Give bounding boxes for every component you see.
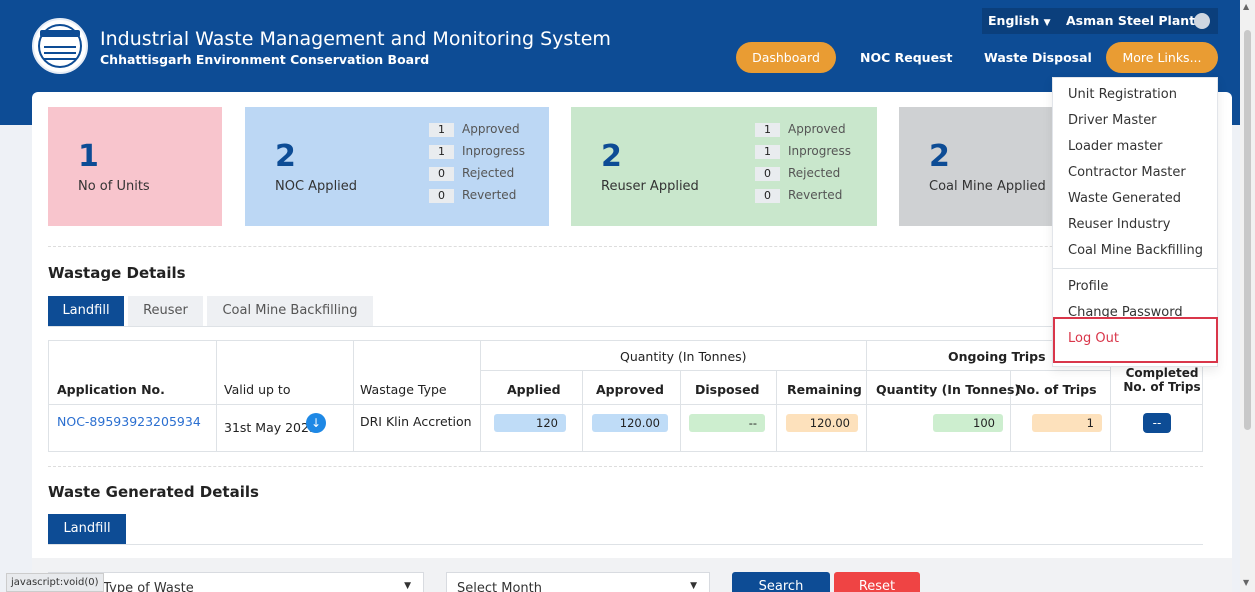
waste-disposal-link[interactable]: Waste Disposal bbox=[984, 50, 1092, 65]
month-select[interactable]: Select Month ▼ bbox=[446, 572, 710, 592]
reuser-reverted: 0 Reverted bbox=[755, 188, 842, 203]
more-links-dropdown: Unit Registration Driver Master Loader m… bbox=[1052, 77, 1218, 367]
noc-reverted: 0 Reverted bbox=[429, 188, 516, 203]
menu-item-coal-mine-backfilling[interactable]: Coal Mine Backfilling bbox=[1068, 243, 1203, 258]
applied-pill: 120 bbox=[494, 414, 566, 432]
noc-request-link[interactable]: NOC Request bbox=[860, 50, 952, 65]
dashboard-button[interactable]: Dashboard bbox=[736, 42, 836, 73]
tab-reuser[interactable]: Reuser bbox=[128, 296, 203, 326]
divider bbox=[48, 466, 1203, 467]
col-divider bbox=[776, 370, 777, 452]
user-name: Asman Steel Plant bbox=[1066, 13, 1196, 28]
download-icon[interactable]: ↓ bbox=[306, 413, 326, 433]
more-links-button[interactable]: More Links... bbox=[1106, 42, 1218, 73]
reuser-rejected: 0 Rejected bbox=[755, 166, 840, 181]
user-avatar-icon bbox=[1194, 13, 1210, 29]
header-subrow-line bbox=[480, 370, 1110, 371]
chevron-down-icon: ▼ bbox=[1043, 18, 1051, 28]
col-wastage-type: Wastage Type bbox=[360, 382, 447, 397]
wastage-type-value: DRI Klin Accretion bbox=[360, 414, 472, 429]
tab-coal-mine-backfilling[interactable]: Coal Mine Backfilling bbox=[207, 296, 373, 326]
units-label: No of Units bbox=[78, 179, 150, 194]
app-title: Industrial Waste Management and Monitori… bbox=[100, 28, 611, 50]
noc-label: NOC Applied bbox=[275, 179, 358, 194]
waste-type-select[interactable]: Select Type of Waste ▼ bbox=[48, 572, 424, 592]
reset-button[interactable]: Reset bbox=[834, 572, 920, 592]
chevron-down-icon: ▼ bbox=[690, 581, 697, 591]
noc-rejected: 0 Rejected bbox=[429, 166, 514, 181]
units-count: 1 bbox=[78, 139, 99, 174]
completed-trips-button[interactable]: -- bbox=[1143, 413, 1171, 433]
col-completed-trips: Completed No. of Trips bbox=[1123, 366, 1201, 394]
search-button[interactable]: Search bbox=[732, 572, 830, 592]
group-quantity-header: Quantity (In Tonnes) bbox=[620, 349, 747, 364]
board-logo bbox=[32, 18, 88, 74]
noc-card: 2 NOC Applied 1 Approved 1 Inprogress 0 Rej… bbox=[245, 107, 549, 226]
col-approved: Approved bbox=[596, 382, 664, 397]
tab-landfill-generated[interactable]: Landfill bbox=[48, 514, 126, 544]
wastage-title: Wastage Details bbox=[48, 264, 186, 282]
col-no-of-trips: No. of Trips bbox=[1016, 382, 1097, 397]
group-trips-header: Ongoing Trips bbox=[948, 349, 1046, 364]
language-label: English bbox=[988, 13, 1040, 28]
user-menu[interactable]: Asman Steel Plant bbox=[1058, 8, 1218, 34]
waste-generated-title: Waste Generated Details bbox=[48, 483, 259, 501]
approved-pill: 120.00 bbox=[592, 414, 668, 432]
scroll-thumb[interactable] bbox=[1244, 30, 1251, 430]
col-divider bbox=[582, 370, 583, 452]
chevron-down-icon: ▼ bbox=[404, 581, 411, 591]
col-divider bbox=[480, 340, 481, 452]
language-selector[interactable]: English ▼ bbox=[982, 8, 1058, 34]
col-divider bbox=[680, 370, 681, 452]
divider bbox=[48, 246, 1203, 247]
tab-underline bbox=[48, 326, 1203, 327]
valid-upto-value: 31st May 2025 bbox=[224, 420, 317, 435]
page-scrollbar[interactable]: ▲ ▼ bbox=[1240, 0, 1255, 592]
noc-approved: 1 Approved bbox=[429, 122, 520, 137]
units-card: 1 No of Units bbox=[48, 107, 222, 226]
reuser-card: 2 Reuser Applied 1 Approved 1 Inprogress 0… bbox=[571, 107, 877, 226]
coal-label: Coal Mine Applied bbox=[929, 179, 1046, 194]
reuser-inprogress: 1 Inprogress bbox=[755, 144, 851, 159]
menu-item-driver-master[interactable]: Driver Master bbox=[1068, 113, 1157, 128]
col-valid-upto: Valid up to bbox=[224, 382, 291, 397]
disposed-pill: -- bbox=[689, 414, 765, 432]
header-bottom-line bbox=[48, 404, 1203, 405]
coal-card: 2 Coal Mine Applied bbox=[899, 107, 1059, 226]
col-divider bbox=[866, 340, 867, 452]
col-applied: Applied bbox=[507, 382, 561, 397]
menu-item-contractor-master[interactable]: Contractor Master bbox=[1068, 165, 1186, 180]
application-link[interactable]: NOC-89593923205934 bbox=[57, 414, 201, 429]
no-of-trips-pill: 1 bbox=[1032, 414, 1102, 432]
tab-landfill[interactable]: Landfill bbox=[48, 296, 124, 326]
scroll-down-icon[interactable]: ▼ bbox=[1243, 578, 1249, 587]
month-value: Select Month bbox=[457, 581, 542, 592]
menu-item-waste-generated[interactable]: Waste Generated bbox=[1068, 191, 1181, 206]
scroll-up-icon[interactable]: ▲ bbox=[1243, 2, 1249, 11]
col-disposed: Disposed bbox=[695, 382, 760, 397]
menu-divider bbox=[1053, 268, 1217, 269]
menu-item-loader-master[interactable]: Loader master bbox=[1068, 139, 1163, 154]
col-divider bbox=[353, 340, 354, 452]
col-divider bbox=[216, 340, 217, 452]
tab-underline bbox=[48, 544, 1203, 545]
reuser-approved: 1 Approved bbox=[755, 122, 846, 137]
trip-quantity-pill: 100 bbox=[933, 414, 1003, 432]
col-remaining: Remaining bbox=[787, 382, 862, 397]
noc-count: 2 bbox=[275, 139, 296, 174]
menu-item-unit-registration[interactable]: Unit Registration bbox=[1068, 87, 1177, 102]
menu-item-profile[interactable]: Profile bbox=[1068, 279, 1108, 294]
coal-count: 2 bbox=[929, 139, 950, 174]
menu-item-log-out[interactable]: Log Out bbox=[1068, 331, 1119, 346]
noc-inprogress: 1 Inprogress bbox=[429, 144, 525, 159]
col-trip-quantity: Quantity (In Tonnes) bbox=[876, 382, 1021, 397]
reuser-label: Reuser Applied bbox=[601, 179, 699, 194]
app-subtitle: Chhattisgarh Environment Conservation Bo… bbox=[100, 52, 430, 67]
reuser-count: 2 bbox=[601, 139, 622, 174]
remaining-pill: 120.00 bbox=[786, 414, 858, 432]
menu-item-reuser-industry[interactable]: Reuser Industry bbox=[1068, 217, 1170, 232]
col-application-no: Application No. bbox=[57, 382, 165, 397]
status-bar: javascript:void(0) bbox=[6, 573, 104, 592]
